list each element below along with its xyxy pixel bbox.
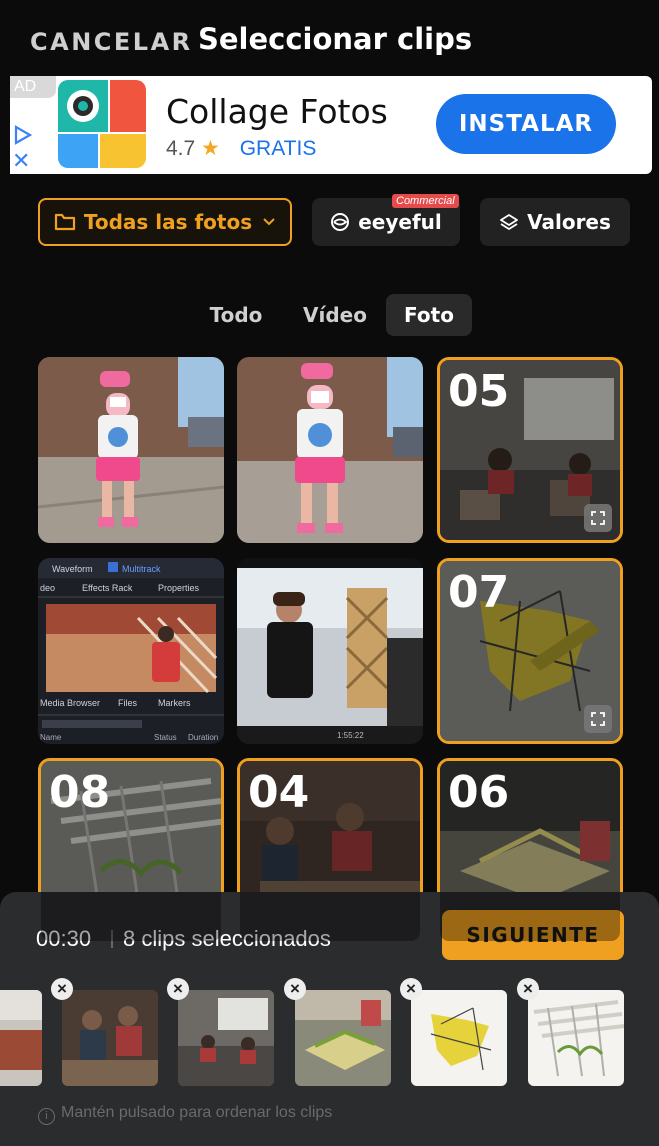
editor-panel-video: deo <box>40 583 55 593</box>
selected-clip[interactable] <box>62 990 158 1086</box>
ad-price: GRATIS <box>239 137 317 160</box>
ad-banner[interactable]: AD ✕ Collage Fotos 4.7 ★ GRATIS INSTALAR <box>10 76 652 174</box>
selected-media-tile[interactable]: 08 <box>38 758 224 944</box>
chevron-down-icon <box>263 218 275 226</box>
media-tile[interactable]: 1:55:22 <box>237 558 423 744</box>
page-title: Seleccionar clips <box>198 22 473 56</box>
selected-clip[interactable] <box>528 990 624 1086</box>
media-tile[interactable] <box>38 357 224 543</box>
selected-media-tile[interactable]: 04 <box>237 758 423 944</box>
commercial-badge: Commercial <box>392 194 459 208</box>
selection-order: 05 <box>448 366 510 417</box>
info-icon: i <box>38 1108 55 1125</box>
photo-thumbnail <box>237 357 423 543</box>
cancel-button[interactable]: CANCELAR <box>30 28 193 56</box>
selected-clip[interactable] <box>0 990 42 1086</box>
video-timestamp: 1:55:22 <box>337 731 364 740</box>
editor-panel-files: Files <box>118 698 138 708</box>
editor-panel-effects: Effects Rack <box>82 583 133 593</box>
remove-clip-icon[interactable]: × <box>517 978 539 1000</box>
top-bar: CANCELAR Seleccionar clips <box>0 0 659 76</box>
photo-thumbnail: Waveform Multitrack deo Effects Rack Pro… <box>38 558 224 744</box>
expand-icon[interactable] <box>584 705 612 733</box>
valores-button[interactable]: Valores <box>480 198 630 246</box>
app-logo <box>58 80 146 168</box>
album-label: Todas las fotos <box>83 210 253 234</box>
album-selector[interactable]: Todas las fotos <box>38 198 292 246</box>
editor-panel-properties: Properties <box>158 583 200 593</box>
remove-clip-icon[interactable]: × <box>284 978 306 1000</box>
ad-app-name: Collage Fotos <box>166 92 388 131</box>
selected-media-tile[interactable]: 06 <box>437 758 623 944</box>
media-tile[interactable] <box>237 357 423 543</box>
remove-clip-icon[interactable]: × <box>167 978 189 1000</box>
selected-media-tile[interactable]: 07 <box>437 558 623 744</box>
media-tile[interactable]: Waveform Multitrack deo Effects Rack Pro… <box>38 558 224 744</box>
adchoices-icon[interactable] <box>12 124 34 146</box>
selection-order: 08 <box>49 767 111 818</box>
rating-value: 4.7 <box>166 137 196 160</box>
editor-col-status: Status <box>154 733 177 742</box>
ad-tag: AD <box>10 76 56 98</box>
tab-foto[interactable]: Foto <box>386 294 472 336</box>
expand-icon[interactable] <box>584 504 612 532</box>
reorder-hint-text: Mantén pulsado para ordenar los clips <box>61 1104 333 1121</box>
reorder-hint: i Mantén pulsado para ordenar los clips <box>38 1104 332 1125</box>
editor-tab-waveform: Waveform <box>52 564 93 574</box>
valores-label: Valores <box>527 210 611 234</box>
editor-col-duration: Duration <box>188 733 218 742</box>
selection-order: 07 <box>448 567 510 618</box>
eeyeful-label: eeyeful <box>358 210 442 234</box>
selection-order: 06 <box>448 767 510 818</box>
media-type-tabs: Todo Vídeo Foto <box>0 294 659 336</box>
editor-panel-markers: Markers <box>158 698 191 708</box>
eye-icon <box>331 213 350 231</box>
install-button[interactable]: INSTALAR <box>436 94 616 154</box>
selected-clip[interactable] <box>295 990 391 1086</box>
selection-order: 04 <box>248 767 310 818</box>
star-icon: ★ <box>201 137 220 160</box>
ad-rating: 4.7 ★ GRATIS <box>166 136 316 161</box>
editor-panel-media: Media Browser <box>40 698 100 708</box>
tab-todo[interactable]: Todo <box>196 294 276 336</box>
layers-icon <box>500 214 518 230</box>
editor-col-name: Name <box>40 733 62 742</box>
photo-thumbnail <box>38 357 224 543</box>
remove-clip-icon[interactable]: × <box>51 978 73 1000</box>
selected-clip[interactable] <box>411 990 507 1086</box>
folder-icon <box>54 213 75 231</box>
remove-clip-icon[interactable]: × <box>400 978 422 1000</box>
selected-media-tile[interactable]: 05 <box>437 357 623 543</box>
close-icon[interactable]: ✕ <box>12 150 30 172</box>
tab-video[interactable]: Vídeo <box>292 294 378 336</box>
editor-tab-multitrack: Multitrack <box>122 564 161 574</box>
photo-thumbnail: 1:55:22 <box>237 558 423 744</box>
selected-clip[interactable] <box>178 990 274 1086</box>
